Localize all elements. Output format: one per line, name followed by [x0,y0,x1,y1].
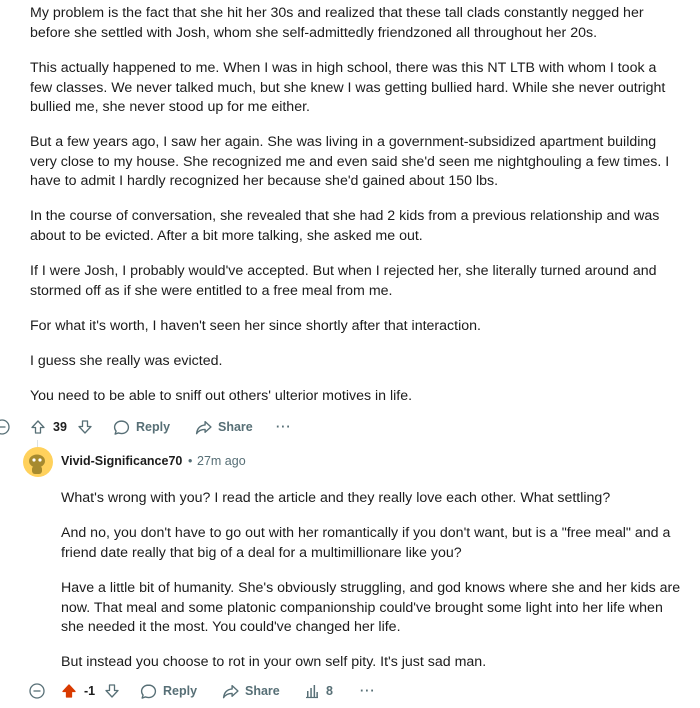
upvote-button[interactable] [61,680,77,702]
insights-icon [306,685,318,699]
meta-separator: • [188,454,193,468]
downvote-button[interactable] [104,680,120,702]
comment-paragraph: My problem is the fact that she hit her … [30,5,644,41]
comment-paragraph: But a few years ago, I saw her again. Sh… [30,134,670,190]
reply-icon [113,419,130,435]
comment-paragraph: What's wrong with you? I read the articl… [61,490,611,506]
reply-icon [140,683,157,699]
comment-paragraph: But instead you choose to rot in your ow… [61,654,487,670]
collapse-button[interactable] [0,416,10,438]
upvote-icon [31,420,45,434]
comment-timestamp[interactable]: 27m ago [197,454,246,468]
comment-paragraph: And no, you don't have to go out with he… [61,525,671,561]
downvote-icon [105,684,119,698]
share-icon [222,684,239,698]
parent-action-bar: 39 Reply Share ··· [0,416,700,438]
comment-paragraph: In the course of conversation, she revea… [30,208,660,244]
comment-paragraph: You need to be able to sniff out others'… [30,388,413,404]
reply-button[interactable]: Reply [140,680,197,702]
share-label: Share [218,420,253,434]
reply-action-bar: -1 Reply Share 8 ··· [0,680,700,702]
comment-paragraph: If I were Josh, I probably would've acce… [30,263,657,299]
upvote-button[interactable] [30,416,46,438]
avatar[interactable] [23,447,53,477]
collapse-button[interactable] [29,680,45,702]
collapse-icon [29,683,45,699]
vote-count: -1 [84,684,96,698]
insights-button[interactable]: 8 [304,680,333,702]
more-icon: ··· [360,684,376,698]
downvote-icon [78,420,92,434]
comment-paragraph: For what it's worth, I haven't seen her … [30,318,481,334]
collapse-icon [0,419,10,435]
comment-author[interactable]: Vivid-Significance70 [61,454,182,468]
comment-paragraph: This actually happened to me. When I was… [30,60,666,116]
reply-button[interactable]: Reply [113,416,170,438]
comment-paragraph: I guess she really was evicted. [30,353,223,369]
share-button[interactable]: Share [222,680,280,702]
share-label: Share [245,684,280,698]
upvote-icon [62,684,76,698]
share-button[interactable]: Share [195,416,253,438]
share-icon [195,420,212,434]
downvote-button[interactable] [77,416,93,438]
comment-paragraph: Have a little bit of humanity. She's obv… [61,580,681,636]
reply-label: Reply [163,684,198,698]
vote-count: 39 [53,420,67,434]
more-options-button[interactable]: ··· [360,680,376,702]
insights-count: 8 [326,684,333,698]
more-options-button[interactable]: ··· [276,416,292,438]
reply-label: Reply [136,420,171,434]
more-icon: ··· [276,420,292,434]
avatar-icon [23,447,53,477]
